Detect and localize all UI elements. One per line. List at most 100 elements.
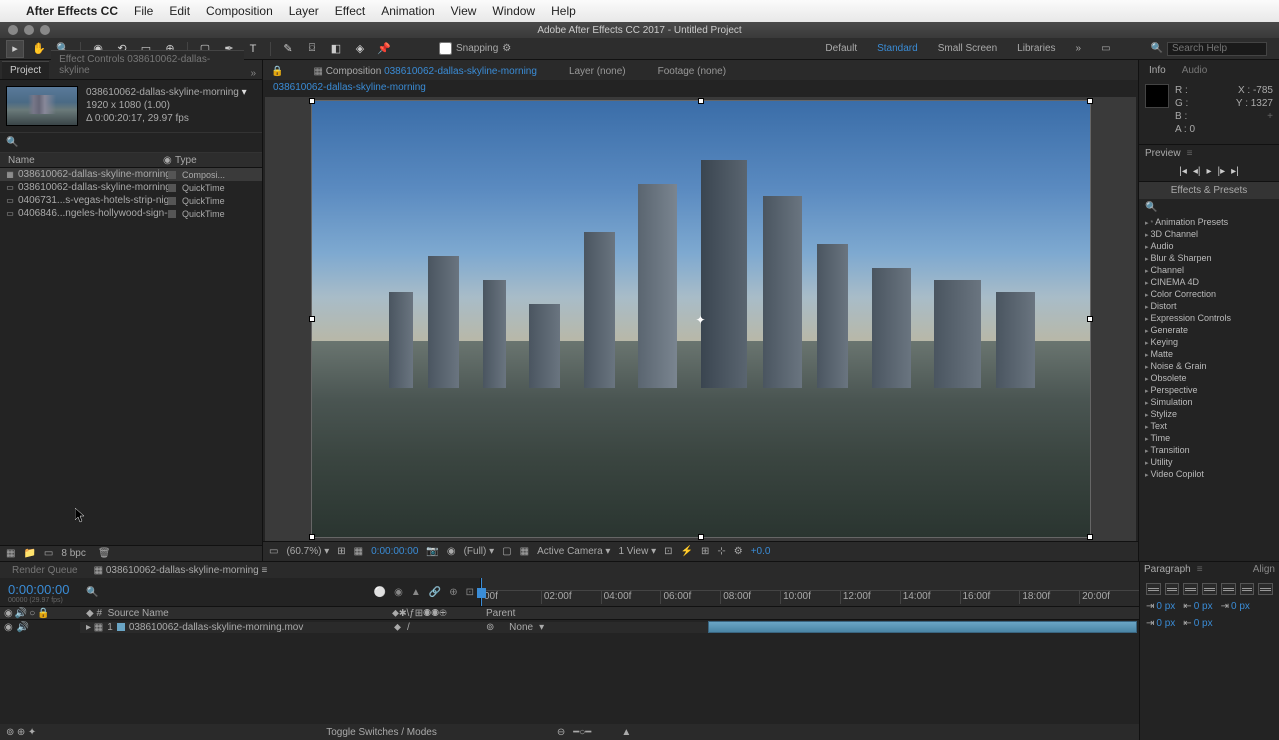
effect-category[interactable]: Perspective: [1139, 384, 1279, 396]
justify-center-icon[interactable]: [1221, 583, 1236, 595]
menu-help[interactable]: Help: [551, 4, 576, 18]
snapshot-icon[interactable]: 📷: [426, 546, 438, 557]
comp-breadcrumb[interactable]: 038610062-dallas-skyline-morning: [263, 80, 1138, 97]
effects-search-icon[interactable]: 🔍: [1145, 202, 1157, 213]
menu-file[interactable]: File: [134, 4, 153, 18]
current-time[interactable]: 0:00:00:00: [371, 546, 418, 557]
clone-tool[interactable]: ⌼: [303, 40, 321, 58]
composition-viewer[interactable]: ✦: [265, 97, 1136, 541]
align-right-icon[interactable]: [1183, 583, 1198, 595]
project-item-list[interactable]: ▦038610062-dallas-skyline-morningComposi…: [0, 168, 262, 545]
tl-opt1-icon[interactable]: ⚪: [374, 587, 386, 598]
lock-icon[interactable]: 🔒: [271, 66, 283, 77]
workspace-reset-icon[interactable]: ▭: [1101, 43, 1110, 54]
effect-category[interactable]: Blur & Sharpen: [1139, 252, 1279, 264]
solo-col-icon[interactable]: ○: [29, 608, 35, 619]
hand-tool[interactable]: ✋: [30, 40, 48, 58]
camera-dropdown[interactable]: Active Camera ▾: [537, 546, 610, 557]
roi-icon[interactable]: ▢: [502, 546, 511, 557]
effect-category[interactable]: Matte: [1139, 348, 1279, 360]
eye-col-icon[interactable]: ◉: [4, 608, 13, 619]
tl-btm-icon1[interactable]: ⊚: [6, 727, 14, 738]
tl-opt6-icon[interactable]: ⊡: [466, 587, 474, 598]
tl-opt5-icon[interactable]: ⊕: [449, 587, 457, 598]
effect-category[interactable]: Keying: [1139, 336, 1279, 348]
first-frame-icon[interactable]: |◂: [1179, 166, 1187, 177]
timeline-layer-row[interactable]: ◉🔊 ▸ ▦1 038610062-dallas-skyline-morning…: [0, 620, 1139, 634]
puppet-tool[interactable]: 📌: [375, 40, 393, 58]
playhead[interactable]: [481, 578, 482, 606]
handle-mr[interactable]: [1087, 316, 1093, 322]
view-dropdown[interactable]: 1 View ▾: [618, 546, 656, 557]
effect-category[interactable]: Channel: [1139, 264, 1279, 276]
effect-category[interactable]: Obsolete: [1139, 372, 1279, 384]
handle-tr[interactable]: [1087, 98, 1093, 104]
handle-tc[interactable]: [698, 98, 704, 104]
project-columns[interactable]: Name ◉ Type: [0, 153, 262, 168]
brush-tool[interactable]: ✎: [279, 40, 297, 58]
tl-btm-icon3[interactable]: ✦: [28, 727, 36, 738]
layer-eye-icon[interactable]: ◉: [4, 622, 13, 633]
menu-layer[interactable]: Layer: [289, 4, 319, 18]
folder-icon[interactable]: 📁: [23, 548, 35, 559]
menu-composition[interactable]: Composition: [206, 4, 273, 18]
project-search-icon[interactable]: 🔍: [6, 137, 18, 148]
pixel-aspect-icon[interactable]: ⊡: [664, 546, 672, 557]
tab-effects-presets[interactable]: Effects & Presets: [1171, 185, 1248, 196]
zoom-dropdown[interactable]: (60.7%) ▾: [286, 546, 329, 557]
effect-category[interactable]: Audio: [1139, 240, 1279, 252]
effect-category[interactable]: Time: [1139, 432, 1279, 444]
justify-right-icon[interactable]: [1240, 583, 1255, 595]
effect-category[interactable]: Utility: [1139, 456, 1279, 468]
handle-bl[interactable]: [309, 534, 315, 540]
anchor-point-icon[interactable]: ✦: [695, 313, 707, 325]
tab-layer[interactable]: Layer (none): [563, 63, 632, 80]
fast-previews-icon[interactable]: ⚡: [681, 546, 693, 557]
effect-category[interactable]: Color Correction: [1139, 288, 1279, 300]
interpret-icon[interactable]: ▦: [6, 548, 15, 559]
minimize-icon[interactable]: [24, 25, 34, 35]
layer-speaker-icon[interactable]: 🔊: [17, 622, 29, 633]
mac-menubar[interactable]: After Effects CC File Edit Composition L…: [0, 0, 1279, 22]
last-frame-icon[interactable]: ▸|: [1231, 166, 1239, 177]
text-tool[interactable]: T: [244, 40, 262, 58]
tl-opt3-icon[interactable]: ▲: [411, 587, 421, 598]
app-name[interactable]: After Effects CC: [26, 4, 118, 18]
project-item[interactable]: ▦038610062-dallas-skyline-morningComposi…: [0, 168, 262, 181]
tab-render-queue[interactable]: Render Queue: [4, 563, 86, 578]
parent-dropdown[interactable]: None: [509, 622, 533, 633]
effect-category[interactable]: Text: [1139, 420, 1279, 432]
justify-all-icon[interactable]: [1258, 583, 1273, 595]
zoom-in-icon[interactable]: ▲: [621, 727, 631, 738]
tab-info[interactable]: Info: [1143, 63, 1172, 78]
tab-timeline-comp[interactable]: ▦ 038610062-dallas-skyline-morning ≡: [86, 563, 276, 578]
menu-edit[interactable]: Edit: [169, 4, 190, 18]
effect-category[interactable]: Video Copilot: [1139, 468, 1279, 480]
project-item[interactable]: ▭0406731...s-vegas-hotels-strip-night.mo…: [0, 194, 262, 207]
snapping-options-icon[interactable]: ⚙: [502, 43, 511, 54]
help-search-input[interactable]: [1167, 42, 1267, 56]
flowchart-icon[interactable]: ⊹: [717, 546, 725, 557]
layer-name[interactable]: 038610062-dallas-skyline-morning.mov: [129, 622, 304, 633]
selection-tool[interactable]: ▸: [6, 40, 24, 58]
preview-image[interactable]: ✦: [311, 100, 1091, 538]
menu-effect[interactable]: Effect: [335, 4, 365, 18]
handle-ml[interactable]: [309, 316, 315, 322]
effect-category[interactable]: Transition: [1139, 444, 1279, 456]
zoom-slider[interactable]: ━○━: [573, 727, 591, 738]
exposure[interactable]: +0.0: [751, 546, 771, 557]
tl-opt4-icon[interactable]: 🔗: [429, 587, 441, 598]
effect-category[interactable]: Expression Controls: [1139, 312, 1279, 324]
tab-footage[interactable]: Footage (none): [652, 63, 732, 80]
tab-align[interactable]: Align: [1253, 564, 1275, 575]
workspace-libraries[interactable]: Libraries: [1017, 43, 1055, 54]
effects-list[interactable]: Animation Presets3D ChannelAudioBlur & S…: [1139, 216, 1279, 561]
magnify-icon[interactable]: ▭: [269, 546, 278, 557]
effect-category[interactable]: Animation Presets: [1139, 216, 1279, 228]
project-item[interactable]: ▭0406846...ngeles-hollywood-sign-cal.mov…: [0, 207, 262, 220]
timeline-search-icon[interactable]: 🔍: [86, 587, 98, 598]
transparency-icon[interactable]: ▦: [520, 546, 529, 557]
fast-preview-icon[interactable]: ▦: [354, 546, 363, 557]
effect-category[interactable]: Simulation: [1139, 396, 1279, 408]
menu-window[interactable]: Window: [492, 4, 535, 18]
